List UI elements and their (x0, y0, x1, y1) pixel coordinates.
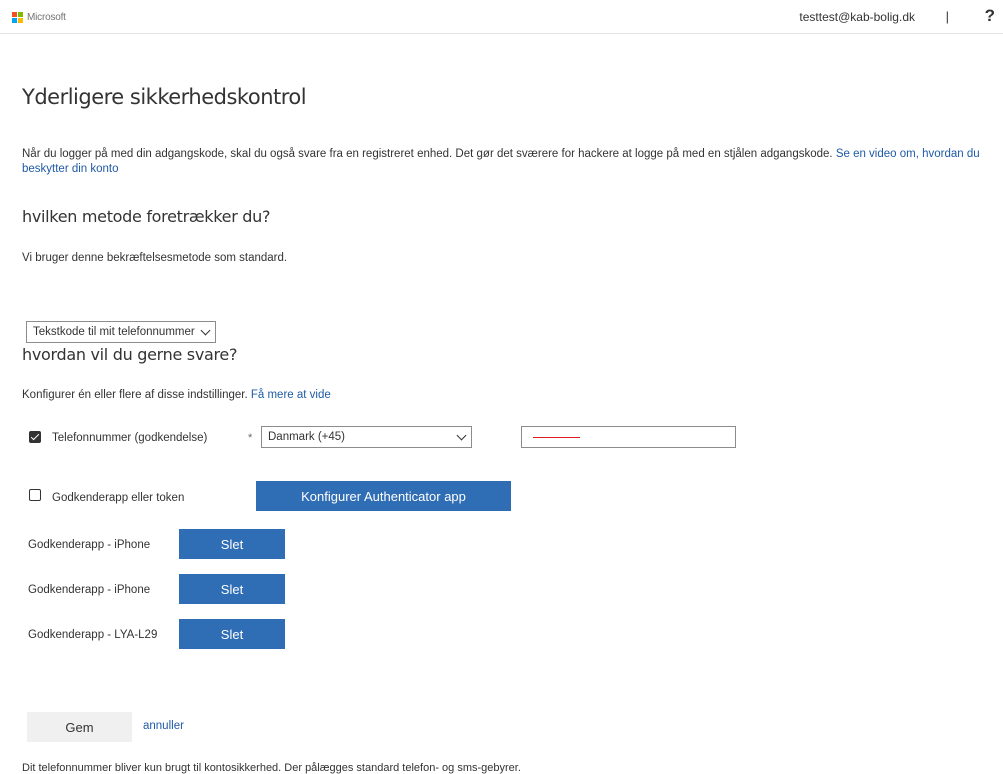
chevron-down-icon (456, 430, 467, 440)
page-title: Yderligere sikkerhedskontrol (22, 85, 307, 109)
chevron-down-icon (200, 325, 211, 335)
delete-device-2-button[interactable]: Slet (179, 574, 285, 604)
top-bar: Microsoft testtest@kab-bolig.dk | ? (0, 0, 1003, 34)
respond-heading: hvordan vil du gerne svare? (22, 345, 238, 364)
method-select-value: Tekstkode til mit telefonnummer (33, 326, 195, 338)
footer-note: Dit telefonnummer bliver kun brugt til k… (22, 762, 521, 774)
save-button[interactable]: Gem (27, 712, 132, 742)
user-email[interactable]: testtest@kab-bolig.dk (799, 10, 915, 24)
brand-name: Microsoft (27, 12, 66, 23)
method-heading: hvilken metode foretrækker du? (22, 207, 271, 226)
authenticator-app-label: Godkenderapp eller token (52, 492, 185, 504)
microsoft-logo-icon (12, 12, 23, 23)
delete-device-1-button[interactable]: Slet (179, 529, 285, 559)
country-select[interactable]: Danmark (+45) (261, 426, 472, 448)
phone-label: Telefonnummer (godkendelse) (52, 432, 208, 444)
header-separator: | (945, 9, 949, 24)
device-name-2: Godkenderapp - iPhone (28, 584, 151, 596)
delete-device-3-button[interactable]: Slet (179, 619, 285, 649)
device-name-3: Godkenderapp - LYA-L29 (28, 629, 158, 641)
method-select[interactable]: Tekstkode til mit telefonnummer (26, 321, 216, 343)
phone-number-input[interactable] (521, 426, 736, 448)
country-select-value: Danmark (+45) (268, 431, 346, 443)
learn-more-link[interactable]: Få mere at vide (251, 389, 331, 401)
redacted-number-mark (533, 437, 580, 438)
respond-description-text: Konfigurer én eller flere af disse indst… (22, 389, 248, 401)
phone-checkbox[interactable] (29, 431, 41, 443)
required-mark: * (248, 432, 253, 444)
method-description: Vi bruger denne bekræftelsesmetode som s… (22, 252, 288, 264)
device-name-1: Godkenderapp - iPhone (28, 539, 151, 551)
help-icon[interactable]: ? (985, 6, 995, 26)
authenticator-app-checkbox[interactable] (29, 489, 41, 501)
intro-body: Når du logger på med din adgangskode, sk… (22, 148, 833, 160)
respond-description: Konfigurer én eller flere af disse indst… (22, 389, 331, 401)
intro-text: Når du logger på med din adgangskode, sk… (22, 147, 982, 177)
configure-authenticator-button[interactable]: Konfigurer Authenticator app (256, 481, 511, 511)
microsoft-logo: Microsoft (12, 12, 66, 23)
cancel-link[interactable]: annuller (143, 720, 184, 732)
